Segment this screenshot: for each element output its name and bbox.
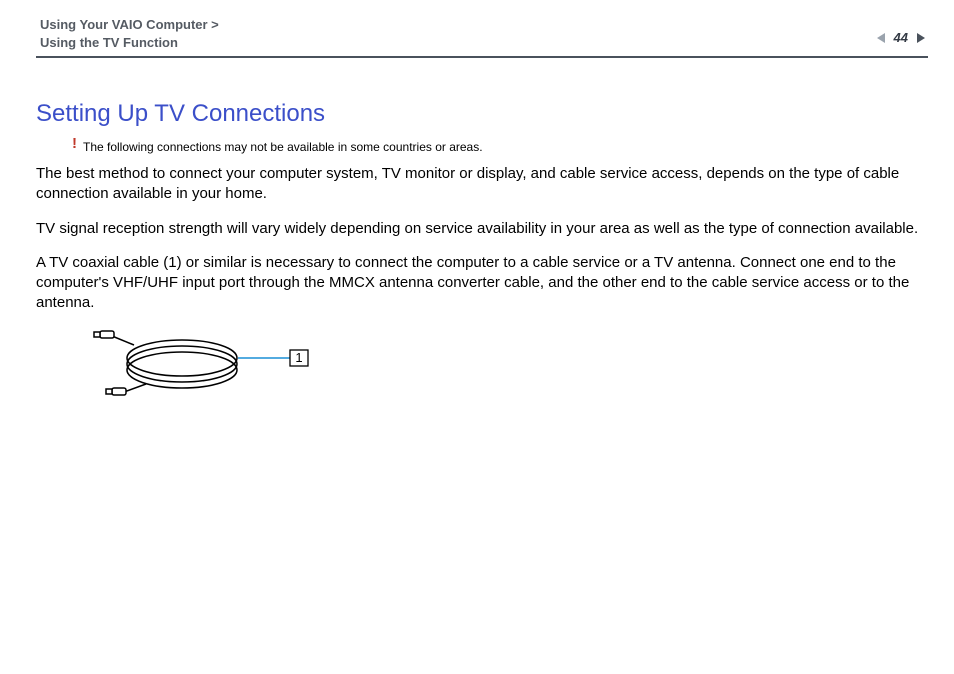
page-number: 44 [894,30,908,45]
document-page: Using Your VAIO Computer > Using the TV … [0,0,954,674]
warning-note: ! The following connections may not be a… [72,140,926,154]
page-content: Setting Up TV Connections ! The followin… [36,100,926,413]
page-title: Setting Up TV Connections [36,100,926,128]
breadcrumb-line-1: Using Your VAIO Computer > [40,16,219,34]
warning-icon: ! [72,136,77,151]
body-paragraph: The best method to connect your computer… [36,164,926,205]
coaxial-cable-figure: 1 [72,328,926,413]
breadcrumb-line-2: Using the TV Function [40,34,219,52]
header-divider [36,56,928,58]
breadcrumb[interactable]: Using Your VAIO Computer > Using the TV … [40,16,219,51]
body-paragraph: A TV coaxial cable (1) or similar is nec… [36,253,926,314]
page-header: Using Your VAIO Computer > Using the TV … [0,0,954,56]
body-paragraph: TV signal reception strength will vary w… [36,219,926,239]
callout-label: 1 [295,350,302,365]
prev-page-icon[interactable] [874,31,888,45]
page-navigator: 44 [874,30,928,45]
warning-text: The following connections may not be ava… [83,140,483,154]
next-page-icon[interactable] [914,31,928,45]
